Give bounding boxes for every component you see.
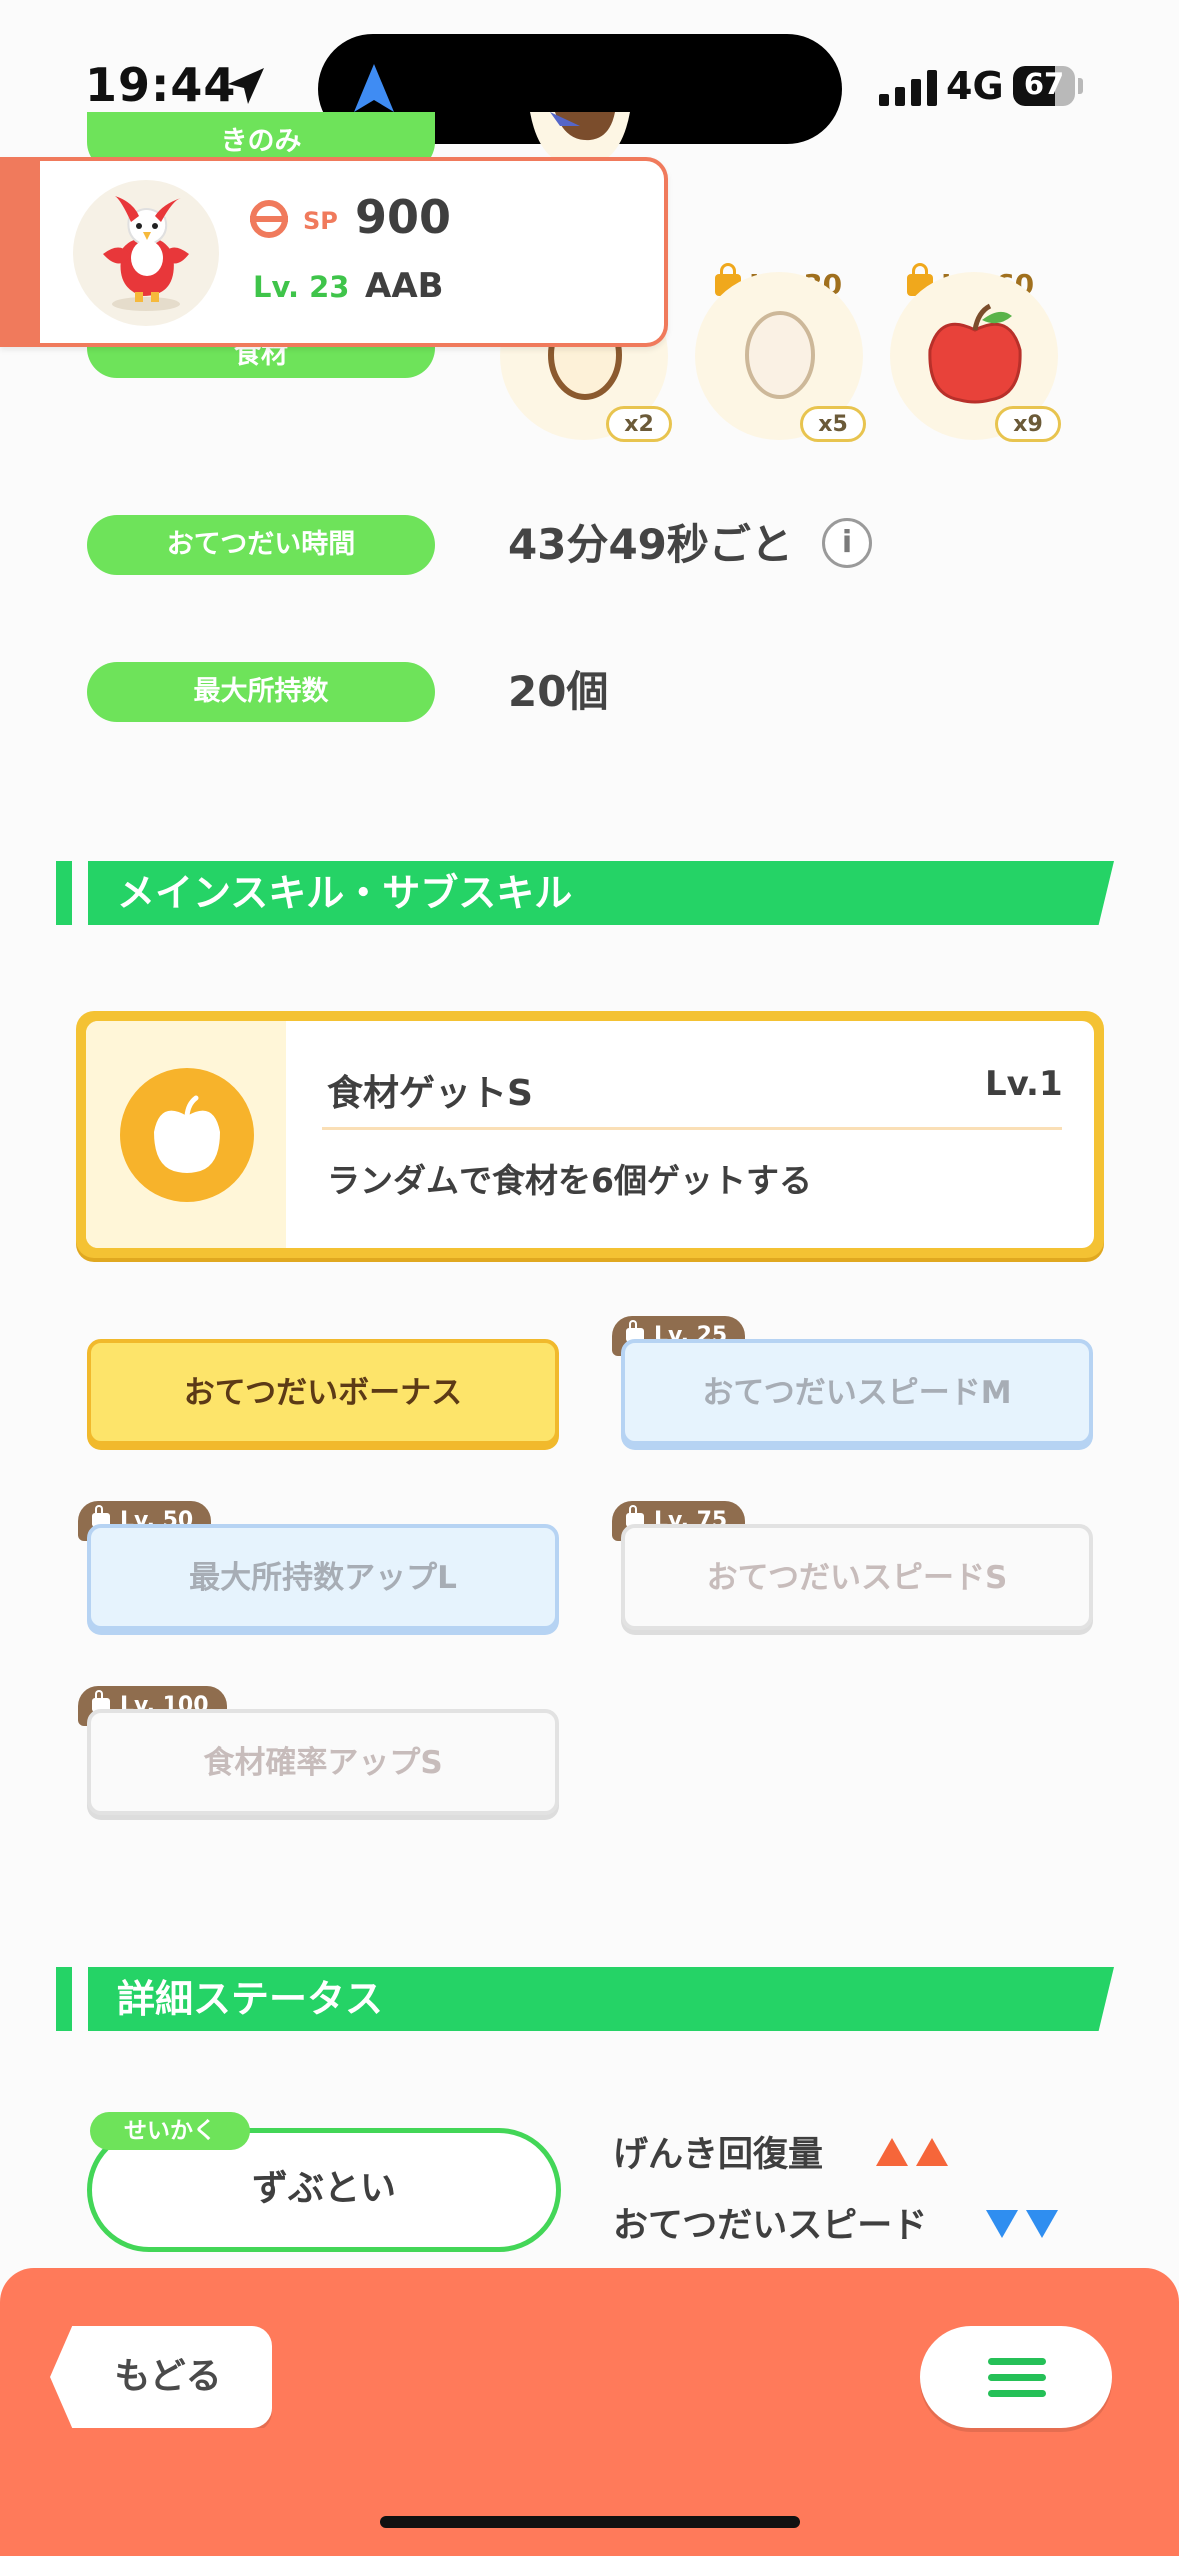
subskill-button-3[interactable]: 最大所持数アップL bbox=[87, 1524, 559, 1630]
egg-icon bbox=[745, 311, 815, 399]
info-icon[interactable]: i bbox=[822, 518, 872, 568]
cellular-signal-icon bbox=[879, 68, 937, 106]
section-title-detail: 詳細ステータス bbox=[117, 1977, 384, 2021]
help-time-label: おてつだい時間 bbox=[87, 515, 435, 575]
increase-arrow-icon bbox=[876, 2138, 908, 2166]
subskill-button-1[interactable]: おてつだいボーナス bbox=[87, 1339, 559, 1445]
sp-icon bbox=[250, 200, 288, 238]
pokemon-sprite bbox=[103, 196, 189, 311]
apple-glyph bbox=[154, 1095, 220, 1173]
subskill-button-2[interactable]: おてつだいスピードM bbox=[621, 1339, 1093, 1445]
hamburger-line bbox=[988, 2374, 1046, 2381]
sp-value: 900 bbox=[355, 190, 452, 244]
nature-tag: せいかく bbox=[90, 2112, 250, 2150]
network-type: 4G bbox=[946, 64, 1004, 108]
decrease-arrow-icon bbox=[1026, 2210, 1058, 2238]
pokemon-card-accent bbox=[0, 157, 40, 347]
subskill-button-4[interactable]: おてつだいスピードS bbox=[621, 1524, 1093, 1630]
hamburger-icon bbox=[988, 2358, 1046, 2365]
main-skill-description: ランダムで食材を6個ゲットする bbox=[327, 1161, 812, 1200]
battery-percent: 67 bbox=[1023, 67, 1065, 101]
main-skill-name: 食材ゲットS bbox=[327, 1073, 533, 1114]
back-button-label: もどる bbox=[114, 2356, 222, 2397]
max-carry-label: 最大所持数 bbox=[87, 662, 435, 722]
navigation-arrow-icon bbox=[354, 64, 394, 112]
subskill-code: AAB bbox=[365, 266, 444, 306]
subskill-button-5[interactable]: 食材確率アップS bbox=[87, 1709, 559, 1815]
hamburger-line bbox=[988, 2390, 1046, 2397]
ingredient-qty-3: x9 bbox=[995, 406, 1061, 442]
battery-icon: 67 bbox=[1013, 66, 1075, 106]
sp-label: SP bbox=[303, 207, 338, 235]
menu-button[interactable] bbox=[920, 2326, 1112, 2428]
max-carry-value: 20個 bbox=[508, 667, 609, 716]
pokemon-avatar bbox=[73, 180, 219, 326]
section-accent bbox=[56, 861, 72, 925]
apple-icon bbox=[928, 303, 1022, 404]
divider bbox=[322, 1127, 1062, 1130]
home-indicator[interactable] bbox=[380, 2516, 800, 2528]
decrease-arrow-icon bbox=[986, 2210, 1018, 2238]
main-skill-level: Lv.1 bbox=[985, 1064, 1063, 1104]
battery-tip bbox=[1078, 78, 1083, 94]
help-time-value: 43分49秒ごと bbox=[508, 520, 793, 569]
nature-down-effect: おてつだいスピード bbox=[613, 2206, 928, 2246]
section-title-skills: メインスキル・サブスキル bbox=[117, 871, 573, 915]
ingredient-qty-1: x2 bbox=[606, 406, 672, 442]
pokemon-level: Lv. 23 bbox=[253, 270, 350, 304]
back-button[interactable]: もどる bbox=[50, 2326, 272, 2428]
location-arrow-icon bbox=[228, 68, 264, 104]
ingredient-qty-2: x5 bbox=[800, 406, 866, 442]
nature-up-effect: げんき回復量 bbox=[613, 2135, 824, 2175]
increase-arrow-icon bbox=[916, 2138, 948, 2166]
section-accent bbox=[56, 1967, 72, 2031]
status-time: 19:44 bbox=[85, 58, 237, 112]
apple-icon bbox=[120, 1068, 254, 1202]
